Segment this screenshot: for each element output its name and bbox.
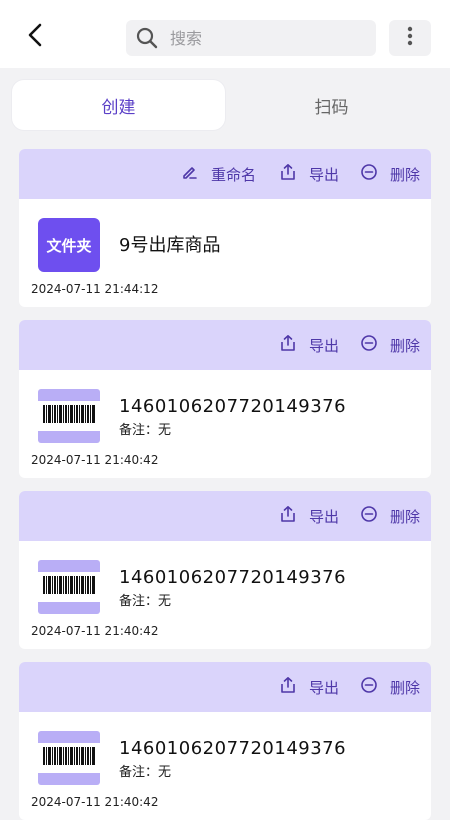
delete-label: 删除 [390, 336, 421, 355]
barcode-icon [43, 576, 95, 594]
item-timestamp: 2024-07-11 21:40:42 [31, 795, 159, 809]
share-icon [279, 676, 309, 698]
rename-label: 重命名 [211, 165, 257, 184]
more-options-button[interactable] [389, 20, 431, 56]
minus-circle-icon [360, 505, 390, 527]
delete-button[interactable]: 删除 [360, 491, 420, 541]
share-icon [279, 163, 309, 185]
folder-thumbnail: 文件夹 [38, 218, 100, 272]
minus-circle-icon [360, 334, 390, 356]
card-action-bar: 导出 删除 [19, 320, 431, 370]
item-note: 备注：无 [119, 594, 172, 609]
search-icon [134, 25, 160, 51]
tab-scan[interactable]: 扫码 [225, 80, 438, 130]
minus-circle-icon [360, 163, 390, 185]
item-code: 1460106207720149376 [119, 567, 347, 588]
item-note: 备注：无 [119, 765, 172, 780]
export-label: 导出 [309, 678, 340, 697]
delete-button[interactable]: 删除 [360, 149, 420, 199]
list-item[interactable]: 导出 删除 1460106207720149376 备注：无 2024-07-1… [19, 662, 431, 820]
search-input[interactable] [168, 27, 362, 49]
tab-bar: 创建 扫码 [12, 80, 438, 130]
top-bar [0, 0, 450, 68]
back-arrow-icon [24, 22, 46, 52]
item-note: 备注：无 [119, 423, 172, 438]
barcode-icon [43, 405, 95, 423]
barcode-thumbnail [38, 560, 100, 614]
list-item[interactable]: 导出 删除 1460106207720149376 备注：无 2024-07-1… [19, 320, 431, 478]
export-button[interactable]: 导出 [279, 662, 339, 712]
item-timestamp: 2024-07-11 21:44:12 [31, 282, 159, 296]
minus-circle-icon [360, 676, 390, 698]
item-code: 1460106207720149376 [119, 396, 347, 417]
export-label: 导出 [309, 507, 340, 526]
export-button[interactable]: 导出 [279, 491, 339, 541]
tab-create[interactable]: 创建 [12, 80, 225, 130]
card-action-bar: 导出 删除 [19, 491, 431, 541]
export-button[interactable]: 导出 [279, 320, 339, 370]
rename-button[interactable]: 重命名 [181, 149, 256, 199]
item-timestamp: 2024-07-11 21:40:42 [31, 453, 159, 467]
share-icon [279, 334, 309, 356]
barcode-thumbnail [38, 389, 100, 443]
item-code: 1460106207720149376 [119, 738, 347, 759]
barcode-icon [43, 747, 95, 765]
item-timestamp: 2024-07-11 21:40:42 [31, 624, 159, 638]
list-item[interactable]: 导出 删除 1460106207720149376 备注：无 2024-07-1… [19, 491, 431, 649]
share-icon [279, 505, 309, 527]
more-vertical-icon [407, 26, 413, 50]
card-action-bar: 重命名 导出 删除 [19, 149, 431, 199]
export-button[interactable]: 导出 [279, 149, 339, 199]
export-label: 导出 [309, 336, 340, 355]
edit-icon [181, 163, 211, 185]
list-item[interactable]: 重命名 导出 删除 文件夹 9号出库商品 2024-07-11 21:44:12 [19, 149, 431, 307]
delete-label: 删除 [390, 165, 421, 184]
item-title: 9号出库商品 [119, 235, 221, 256]
delete-button[interactable]: 删除 [360, 320, 420, 370]
delete-label: 删除 [390, 678, 421, 697]
back-button[interactable] [18, 20, 52, 54]
card-action-bar: 导出 删除 [19, 662, 431, 712]
search-bar[interactable] [126, 20, 376, 56]
barcode-thumbnail [38, 731, 100, 785]
export-label: 导出 [309, 165, 340, 184]
delete-button[interactable]: 删除 [360, 662, 420, 712]
delete-label: 删除 [390, 507, 421, 526]
